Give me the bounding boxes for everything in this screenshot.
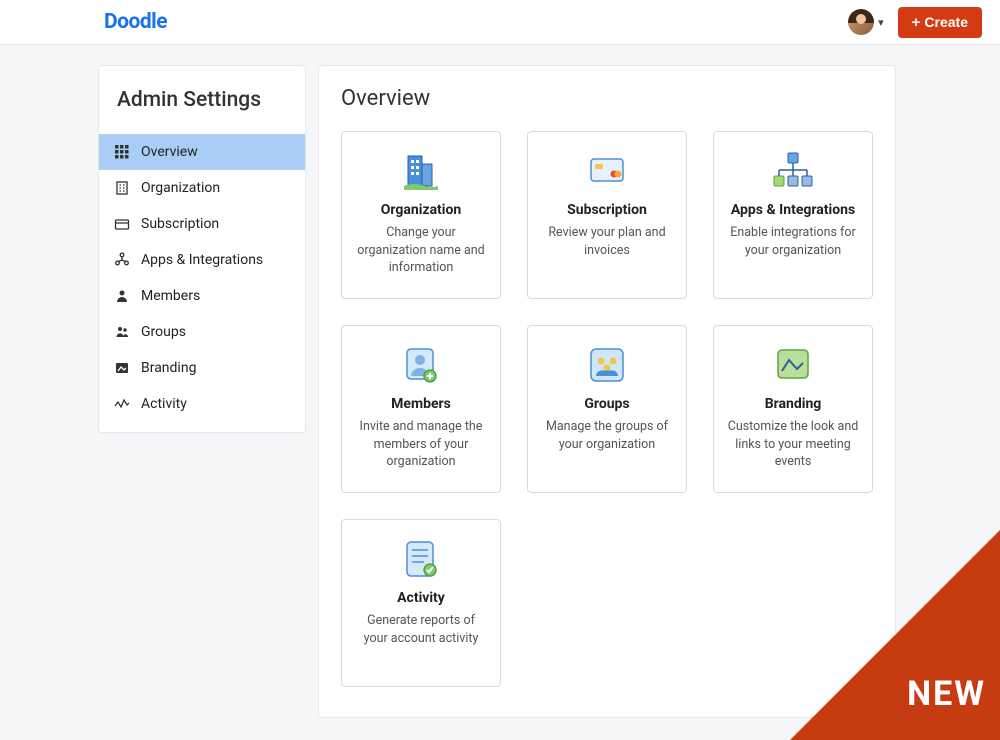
- activity-icon: [113, 395, 131, 413]
- topbar: Doodle ▾ + Create: [0, 0, 1000, 45]
- sidebar-item-label: Branding: [141, 360, 196, 376]
- sidebar-title: Admin Settings: [99, 66, 305, 134]
- card-organization[interactable]: Organization Change your organization na…: [341, 131, 501, 299]
- card-desc: Invite and manage the members of your or…: [354, 418, 488, 471]
- sidebar-item-branding[interactable]: Branding: [99, 350, 305, 386]
- creditcard-icon: [113, 215, 131, 233]
- card-desc: Generate reports of your account activit…: [354, 612, 488, 647]
- sidebar-item-subscription[interactable]: Subscription: [99, 206, 305, 242]
- user-menu[interactable]: ▾: [848, 9, 884, 35]
- building-icon: [113, 179, 131, 197]
- sidebar-item-overview[interactable]: Overview: [99, 134, 305, 170]
- sidebar-item-members[interactable]: Members: [99, 278, 305, 314]
- card-title: Groups: [540, 396, 674, 412]
- create-button[interactable]: + Create: [898, 7, 982, 38]
- sidebar-item-label: Subscription: [141, 216, 219, 232]
- people-icon: [113, 323, 131, 341]
- card-branding[interactable]: Branding Customize the look and links to…: [713, 325, 873, 493]
- card-title: Activity: [354, 590, 488, 606]
- creditcard-icon: [540, 148, 674, 194]
- plus-icon: +: [912, 14, 921, 31]
- card-desc: Customize the look and links to your mee…: [726, 418, 860, 471]
- member-icon: [354, 342, 488, 388]
- chevron-down-icon: ▾: [878, 16, 884, 29]
- card-members[interactable]: Members Invite and manage the members of…: [341, 325, 501, 493]
- sidebar-item-label: Members: [141, 288, 200, 304]
- card-title: Branding: [726, 396, 860, 412]
- sidebar-item-organization[interactable]: Organization: [99, 170, 305, 206]
- new-badge: NEW: [907, 674, 986, 714]
- person-icon: [113, 287, 131, 305]
- branding-icon: [726, 342, 860, 388]
- card-title: Organization: [354, 202, 488, 218]
- apps-icon: [726, 148, 860, 194]
- card-desc: Enable integrations for your organizatio…: [726, 224, 860, 259]
- activity-icon: [354, 536, 488, 582]
- page-title: Overview: [341, 86, 873, 111]
- sidebar-item-label: Groups: [141, 324, 186, 340]
- apps-icon: [113, 251, 131, 269]
- image-icon: [113, 359, 131, 377]
- sidebar-item-activity[interactable]: Activity: [99, 386, 305, 422]
- sidebar-item-label: Organization: [141, 180, 220, 196]
- building-icon: [354, 148, 488, 194]
- grid-icon: [113, 143, 131, 161]
- card-title: Members: [354, 396, 488, 412]
- create-button-label: Create: [924, 14, 968, 30]
- card-subscription[interactable]: Subscription Review your plan and invoic…: [527, 131, 687, 299]
- card-desc: Review your plan and invoices: [540, 224, 674, 259]
- brand-logo[interactable]: Doodle: [104, 10, 167, 34]
- sidebar-item-groups[interactable]: Groups: [99, 314, 305, 350]
- sidebar-item-label: Overview: [141, 144, 198, 160]
- card-desc: Manage the groups of your organization: [540, 418, 674, 453]
- card-desc: Change your organization name and inform…: [354, 224, 488, 277]
- sidebar: Admin Settings Overview Organization Sub…: [98, 65, 306, 433]
- card-title: Subscription: [540, 202, 674, 218]
- groups-icon: [540, 342, 674, 388]
- card-groups[interactable]: Groups Manage the groups of your organiz…: [527, 325, 687, 493]
- sidebar-item-label: Activity: [141, 396, 187, 412]
- sidebar-item-label: Apps & Integrations: [141, 252, 263, 268]
- card-apps[interactable]: Apps & Integrations Enable integrations …: [713, 131, 873, 299]
- card-activity[interactable]: Activity Generate reports of your accoun…: [341, 519, 501, 687]
- card-title: Apps & Integrations: [726, 202, 860, 218]
- sidebar-item-apps[interactable]: Apps & Integrations: [99, 242, 305, 278]
- avatar: [848, 9, 874, 35]
